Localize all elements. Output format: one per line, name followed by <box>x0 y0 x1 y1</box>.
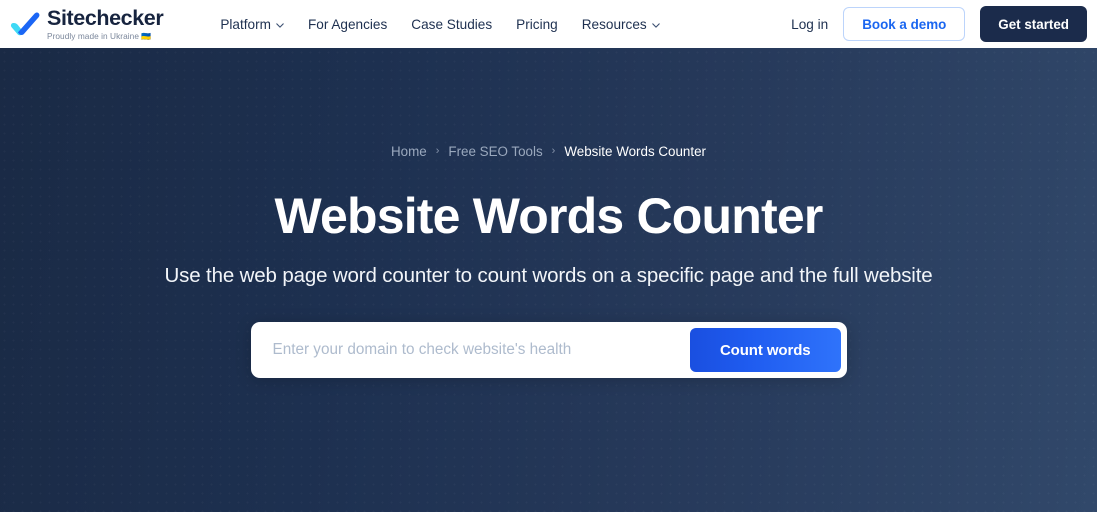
checkmark-logo-icon <box>10 12 40 36</box>
logo[interactable]: Sitechecker Proudly made in Ukraine 🇺🇦 <box>10 6 164 41</box>
nav-item-pricing[interactable]: Pricing <box>516 17 558 32</box>
breadcrumb: Home › Free SEO Tools › Website Words Co… <box>0 144 1097 159</box>
logo-tagline: Proudly made in Ukraine 🇺🇦 <box>47 32 163 41</box>
logo-wordmark: Sitechecker <box>47 6 164 31</box>
page-title: Website Words Counter <box>274 188 823 245</box>
site-header: Sitechecker Proudly made in Ukraine 🇺🇦 P… <box>0 0 1097 48</box>
nav-item-case-studies[interactable]: Case Studies <box>411 17 492 32</box>
nav-item-platform-label: Platform <box>220 16 271 32</box>
breadcrumb-separator-icon: › <box>435 145 440 158</box>
breadcrumb-item-home[interactable]: Home <box>391 145 427 159</box>
book-a-demo-button[interactable]: Book a demo <box>843 7 966 41</box>
domain-search-input[interactable] <box>256 328 690 373</box>
nav-item-case-studies-label: Case Studies <box>411 16 493 32</box>
breadcrumb-item-current: Website Words Counter <box>564 144 706 159</box>
nav-item-resources-label: Resources <box>581 16 647 32</box>
nav-item-platform[interactable]: Platform <box>220 17 284 32</box>
nav-item-for-agencies-label: For Agencies <box>307 16 388 32</box>
breadcrumb-item-free-seo-tools[interactable]: Free SEO Tools <box>448 145 542 159</box>
nav-item-for-agencies[interactable]: For Agencies <box>308 17 387 32</box>
domain-search-form: Count words <box>250 322 847 379</box>
hero-content: Home › Free SEO Tools › Website Words Co… <box>0 48 1097 379</box>
nav-item-resources[interactable]: Resources <box>582 17 660 32</box>
page-subtitle: Use the web page word counter to count w… <box>164 264 933 288</box>
header-actions: Log in Book a demo Get started <box>791 6 1097 42</box>
main-navigation: Platform For Agencies Case Studies Prici… <box>220 17 660 32</box>
hero-section: Home › Free SEO Tools › Website Words Co… <box>0 48 1097 512</box>
log-in-link[interactable]: Log in <box>791 17 828 32</box>
count-words-button[interactable]: Count words <box>689 328 841 373</box>
chevron-down-icon <box>651 22 660 28</box>
breadcrumb-separator-icon: › <box>551 145 556 158</box>
ukraine-flag-icon: 🇺🇦 <box>141 31 152 41</box>
get-started-button[interactable]: Get started <box>980 6 1087 42</box>
logo-text-block: Sitechecker Proudly made in Ukraine 🇺🇦 <box>47 6 164 41</box>
logo-tagline-text: Proudly made in Ukraine <box>47 30 139 41</box>
chevron-down-icon <box>276 22 284 28</box>
nav-item-pricing-label: Pricing <box>516 16 558 32</box>
